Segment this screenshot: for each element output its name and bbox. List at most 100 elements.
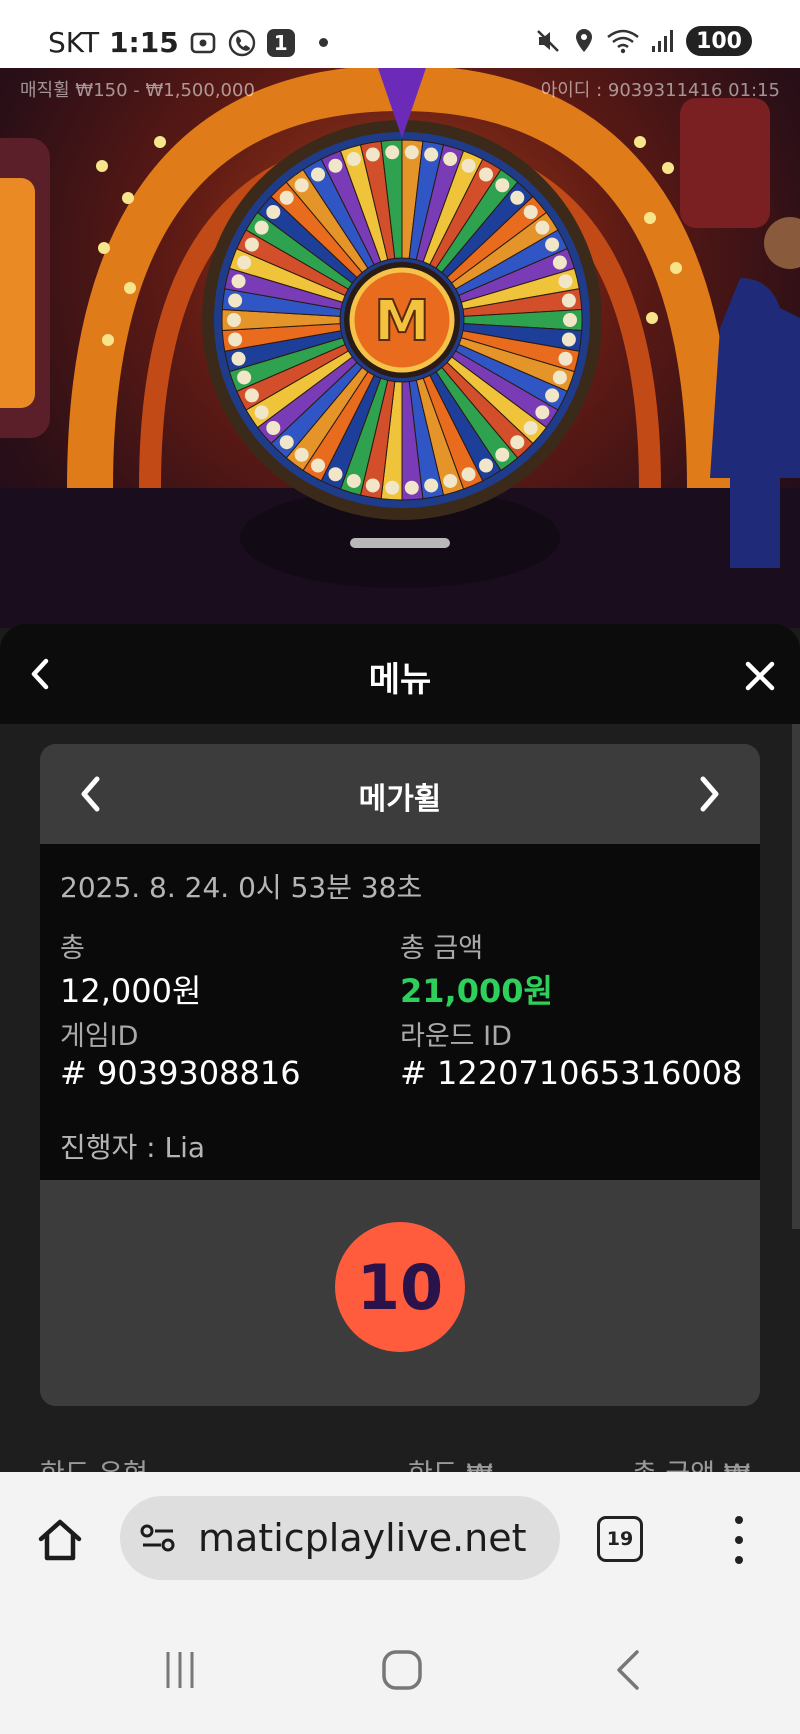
wheel-number-chip bbox=[558, 351, 573, 366]
home-button[interactable] bbox=[32, 1512, 88, 1568]
more-notifications-dot bbox=[318, 38, 328, 47]
wheel-number-chip bbox=[244, 237, 259, 252]
browser-toolbar: maticplaylive.net 19 bbox=[0, 1472, 800, 1604]
wheel-number-chip bbox=[495, 178, 510, 193]
wheel-number-chip bbox=[228, 293, 243, 308]
wheel-number-chip bbox=[545, 388, 560, 403]
tab-switcher-button[interactable]: 19 bbox=[597, 1516, 643, 1562]
wheel-number-chip bbox=[237, 255, 252, 270]
clock: 1:15 bbox=[109, 26, 179, 59]
url-text: maticplaylive.net bbox=[198, 1516, 527, 1560]
wheel-number-chip bbox=[311, 167, 325, 182]
history-details: 2025. 8. 24. 0시 53분 38초 총 12,000원 총 금액 2… bbox=[40, 844, 760, 1180]
wheel-number-chip bbox=[563, 313, 577, 327]
wheel-number-chip bbox=[561, 332, 576, 347]
total-bet-value: 12,000원 bbox=[60, 972, 202, 1010]
wheel-number-chip bbox=[346, 152, 361, 167]
menu-scrollbar[interactable] bbox=[792, 724, 800, 1229]
location-icon bbox=[572, 27, 596, 55]
more-menu-button[interactable] bbox=[724, 1510, 754, 1570]
limit-header: 한도 ₩ bbox=[408, 1452, 493, 1474]
wheel-number-chip bbox=[328, 467, 343, 482]
next-record-button[interactable] bbox=[688, 772, 732, 816]
wheel-number-chip bbox=[510, 190, 525, 205]
wheel-number-chip bbox=[404, 480, 419, 495]
round-result: 10 bbox=[40, 1180, 760, 1406]
notification-count-badge: 1 bbox=[266, 28, 295, 57]
svg-text:M: M bbox=[374, 289, 430, 354]
wheel-number-chip bbox=[424, 478, 439, 493]
address-bar[interactable]: maticplaylive.net bbox=[120, 1496, 560, 1580]
wheel-number-chip bbox=[523, 205, 538, 220]
player-id-overlay: 아이디 : 9039311416 01:15 bbox=[540, 80, 780, 101]
wheel-number-chip bbox=[510, 435, 525, 450]
round-datetime: 2025. 8. 24. 0시 53분 38초 bbox=[60, 871, 423, 904]
call-icon bbox=[227, 28, 257, 58]
wheel-number-chip bbox=[237, 370, 252, 385]
drag-handle[interactable] bbox=[350, 538, 450, 548]
system-navigation-bar bbox=[0, 1604, 800, 1734]
wheel-number-chip bbox=[266, 420, 281, 435]
wheel-number-chip bbox=[254, 220, 269, 235]
close-icon bbox=[745, 661, 775, 691]
wheel-number-chip bbox=[294, 447, 309, 462]
wheel-number-chip bbox=[365, 147, 380, 162]
wheel-number-chip bbox=[346, 473, 361, 488]
chevron-right-icon bbox=[700, 776, 719, 812]
game-history-card: 메가휠 2025. 8. 24. 0시 53분 38초 총 12,000원 총 … bbox=[40, 744, 760, 1406]
wheel-number-chip bbox=[244, 388, 259, 403]
wheel-number-chip bbox=[294, 178, 309, 193]
history-card-nav: 메가휠 bbox=[40, 744, 760, 844]
gallery-icon bbox=[189, 29, 217, 57]
total-amount-header: 총 금액 ₩ bbox=[632, 1452, 750, 1474]
wheel-number-chip bbox=[535, 220, 550, 235]
wheel-number-chip bbox=[561, 293, 576, 308]
wheel-number-chip bbox=[443, 152, 458, 167]
back-chevron-icon bbox=[617, 1650, 639, 1690]
round-id-label: 라운드 ID bbox=[400, 1021, 512, 1052]
wheel-number-chip bbox=[523, 420, 538, 435]
wheel-number-chip bbox=[311, 458, 325, 473]
wheel-number-chip bbox=[404, 145, 419, 160]
battery-indicator: 100 bbox=[686, 26, 752, 56]
site-settings-icon[interactable] bbox=[138, 1518, 178, 1558]
wheel-number-chip bbox=[461, 158, 476, 173]
wheel-number-chip bbox=[279, 190, 294, 205]
recent-apps-button[interactable] bbox=[150, 1640, 210, 1700]
wheel-number-chip bbox=[552, 255, 567, 270]
back-nav-button[interactable] bbox=[598, 1640, 658, 1700]
wheel-number-chip bbox=[552, 370, 567, 385]
wheel-number-chip bbox=[479, 167, 493, 182]
result-number-ball: 10 bbox=[335, 1222, 465, 1352]
wheel-number-chip bbox=[545, 237, 560, 252]
close-button[interactable] bbox=[738, 654, 782, 698]
menu-title: 메뉴 bbox=[368, 660, 432, 700]
menu-content[interactable]: 메가휠 2025. 8. 24. 0시 53분 38초 총 12,000원 총 … bbox=[0, 724, 800, 1474]
home-nav-button[interactable] bbox=[372, 1640, 432, 1700]
wheel-number-chip bbox=[365, 478, 380, 493]
game-id-label: 게임ID bbox=[60, 1021, 139, 1052]
round-id-value: # 122071065316008 bbox=[400, 1054, 743, 1092]
total-bet-label: 총 bbox=[60, 933, 85, 964]
wheel-number-chip bbox=[279, 435, 294, 450]
screen: SKT 1:15 1 100 M 매직휠 ₩150 - ₩1,500,000 아… bbox=[0, 0, 800, 1734]
wheel-number-chip bbox=[461, 467, 476, 482]
game-name: 메가휠 bbox=[358, 782, 442, 817]
more-vertical-dot bbox=[735, 1556, 743, 1564]
wheel-number-chip bbox=[228, 332, 243, 347]
wifi-icon bbox=[606, 27, 640, 55]
more-vertical-dot bbox=[735, 1536, 743, 1544]
status-bar: SKT 1:15 1 100 bbox=[0, 0, 800, 68]
wheel-number-chip bbox=[266, 205, 281, 220]
wheel-number-chip bbox=[328, 158, 343, 173]
total-amount-label: 총 금액 bbox=[400, 933, 484, 964]
bet-limit-overlay: 매직휠 ₩150 - ₩1,500,000 bbox=[20, 80, 255, 101]
home-square-icon bbox=[382, 1650, 422, 1690]
wheel-number-chip bbox=[231, 274, 246, 289]
wheel-number-chip bbox=[535, 405, 550, 420]
mute-icon bbox=[534, 27, 562, 55]
more-vertical-icon bbox=[735, 1516, 743, 1524]
home-icon bbox=[38, 1519, 82, 1561]
limit-type-header: 한도 유형 bbox=[40, 1452, 148, 1474]
host-name: 진행자 : Lia bbox=[60, 1131, 206, 1164]
